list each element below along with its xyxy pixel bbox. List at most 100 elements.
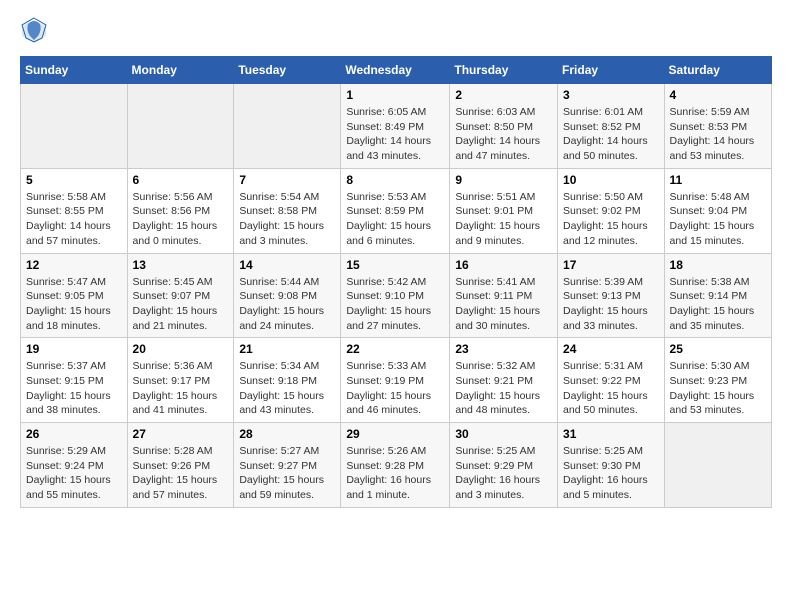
day-number: 9 (455, 173, 552, 187)
day-info: Sunrise: 5:38 AM Sunset: 9:14 PM Dayligh… (670, 275, 766, 334)
calendar-cell: 20 Sunrise: 5:36 AM Sunset: 9:17 PM Dayli… (127, 338, 234, 423)
logo (20, 16, 52, 44)
day-number: 17 (563, 258, 659, 272)
day-info: Sunrise: 5:28 AM Sunset: 9:26 PM Dayligh… (133, 444, 229, 503)
day-info: Sunrise: 5:29 AM Sunset: 9:24 PM Dayligh… (26, 444, 122, 503)
day-number: 20 (133, 342, 229, 356)
calendar-cell: 2 Sunrise: 6:03 AM Sunset: 8:50 PM Daylig… (450, 84, 558, 169)
weekday-header: Saturday (664, 57, 771, 84)
calendar-cell: 28Sunrise: 5:27 AM Sunset: 9:27 PM Dayli… (234, 423, 341, 508)
day-number: 10 (563, 173, 659, 187)
calendar-cell: 29Sunrise: 5:26 AM Sunset: 9:28 PM Dayli… (341, 423, 450, 508)
day-number: 5 (26, 173, 122, 187)
day-number: 23 (455, 342, 552, 356)
calendar-cell: 8Sunrise: 5:53 AM Sunset: 8:59 PM Daylig… (341, 168, 450, 253)
calendar-cell: 30 Sunrise: 5:25 AM Sunset: 9:29 PM Dayli… (450, 423, 558, 508)
day-info: Sunrise: 5:42 AM Sunset: 9:10 PM Dayligh… (346, 275, 444, 334)
calendar-cell: 3 Sunrise: 6:01 AM Sunset: 8:52 PM Daylig… (558, 84, 665, 169)
calendar-table: SundayMondayTuesdayWednesdayThursdayFrid… (20, 56, 772, 508)
calendar-cell: 1 Sunrise: 6:05 AM Sunset: 8:49 PM Daylig… (341, 84, 450, 169)
day-info: Sunrise: 5:58 AM Sunset: 8:55 PM Dayligh… (26, 190, 122, 249)
calendar-cell: 11Sunrise: 5:48 AM Sunset: 9:04 PM Dayli… (664, 168, 771, 253)
weekday-header: Tuesday (234, 57, 341, 84)
day-info: Sunrise: 5:45 AM Sunset: 9:07 PM Dayligh… (133, 275, 229, 334)
day-number: 2 (455, 88, 552, 102)
day-info: Sunrise: 5:56 AM Sunset: 8:56 PM Dayligh… (133, 190, 229, 249)
weekday-header: Monday (127, 57, 234, 84)
day-info: Sunrise: 5:48 AM Sunset: 9:04 PM Dayligh… (670, 190, 766, 249)
page-header (20, 16, 772, 44)
day-number: 8 (346, 173, 444, 187)
day-info: Sunrise: 5:37 AM Sunset: 9:15 PM Dayligh… (26, 359, 122, 418)
day-info: Sunrise: 5:41 AM Sunset: 9:11 PM Dayligh… (455, 275, 552, 334)
day-number: 6 (133, 173, 229, 187)
day-info: Sunrise: 5:25 AM Sunset: 9:30 PM Dayligh… (563, 444, 659, 503)
day-info: Sunrise: 5:44 AM Sunset: 9:08 PM Dayligh… (239, 275, 335, 334)
calendar-cell: 17Sunrise: 5:39 AM Sunset: 9:13 PM Dayli… (558, 253, 665, 338)
calendar-cell (234, 84, 341, 169)
day-number: 27 (133, 427, 229, 441)
calendar-cell: 31 Sunrise: 5:25 AM Sunset: 9:30 PM Dayli… (558, 423, 665, 508)
day-number: 21 (239, 342, 335, 356)
day-info: Sunrise: 5:59 AM Sunset: 8:53 PM Dayligh… (670, 105, 766, 164)
day-number: 30 (455, 427, 552, 441)
calendar-week-row: 1 Sunrise: 6:05 AM Sunset: 8:49 PM Daylig… (21, 84, 772, 169)
day-info: Sunrise: 5:36 AM Sunset: 9:17 PM Dayligh… (133, 359, 229, 418)
calendar-cell: 15 Sunrise: 5:42 AM Sunset: 9:10 PM Dayli… (341, 253, 450, 338)
day-number: 13 (133, 258, 229, 272)
day-number: 12 (26, 258, 122, 272)
day-info: Sunrise: 5:47 AM Sunset: 9:05 PM Dayligh… (26, 275, 122, 334)
day-number: 15 (346, 258, 444, 272)
calendar-cell: 9 Sunrise: 5:51 AM Sunset: 9:01 PM Daylig… (450, 168, 558, 253)
day-info: Sunrise: 6:01 AM Sunset: 8:52 PM Dayligh… (563, 105, 659, 164)
calendar-cell: 5 Sunrise: 5:58 AM Sunset: 8:55 PM Daylig… (21, 168, 128, 253)
calendar-cell (664, 423, 771, 508)
day-number: 3 (563, 88, 659, 102)
weekday-header: Thursday (450, 57, 558, 84)
day-info: Sunrise: 5:27 AM Sunset: 9:27 PM Dayligh… (239, 444, 335, 503)
calendar-cell: 7Sunrise: 5:54 AM Sunset: 8:58 PM Daylig… (234, 168, 341, 253)
calendar-header: SundayMondayTuesdayWednesdayThursdayFrid… (21, 57, 772, 84)
day-info: Sunrise: 5:33 AM Sunset: 9:19 PM Dayligh… (346, 359, 444, 418)
calendar-week-row: 5 Sunrise: 5:58 AM Sunset: 8:55 PM Daylig… (21, 168, 772, 253)
day-info: Sunrise: 5:26 AM Sunset: 9:28 PM Dayligh… (346, 444, 444, 503)
day-info: Sunrise: 5:50 AM Sunset: 9:02 PM Dayligh… (563, 190, 659, 249)
day-info: Sunrise: 5:31 AM Sunset: 9:22 PM Dayligh… (563, 359, 659, 418)
weekday-header: Wednesday (341, 57, 450, 84)
calendar-week-row: 26 Sunrise: 5:29 AM Sunset: 9:24 PM Dayli… (21, 423, 772, 508)
day-info: Sunrise: 5:51 AM Sunset: 9:01 PM Dayligh… (455, 190, 552, 249)
day-info: Sunrise: 5:30 AM Sunset: 9:23 PM Dayligh… (670, 359, 766, 418)
weekday-header: Friday (558, 57, 665, 84)
calendar-cell: 13 Sunrise: 5:45 AM Sunset: 9:07 PM Dayli… (127, 253, 234, 338)
calendar-cell: 16Sunrise: 5:41 AM Sunset: 9:11 PM Dayli… (450, 253, 558, 338)
calendar-week-row: 12 Sunrise: 5:47 AM Sunset: 9:05 PM Dayli… (21, 253, 772, 338)
day-number: 25 (670, 342, 766, 356)
calendar-cell: 22Sunrise: 5:33 AM Sunset: 9:19 PM Dayli… (341, 338, 450, 423)
calendar-cell: 4Sunrise: 5:59 AM Sunset: 8:53 PM Daylig… (664, 84, 771, 169)
calendar-cell: 18 Sunrise: 5:38 AM Sunset: 9:14 PM Dayli… (664, 253, 771, 338)
day-number: 18 (670, 258, 766, 272)
day-info: Sunrise: 5:32 AM Sunset: 9:21 PM Dayligh… (455, 359, 552, 418)
weekday-header: Sunday (21, 57, 128, 84)
day-info: Sunrise: 5:54 AM Sunset: 8:58 PM Dayligh… (239, 190, 335, 249)
calendar-cell: 6 Sunrise: 5:56 AM Sunset: 8:56 PM Daylig… (127, 168, 234, 253)
calendar-cell: 21 Sunrise: 5:34 AM Sunset: 9:18 PM Dayli… (234, 338, 341, 423)
calendar-cell (127, 84, 234, 169)
calendar-cell: 26 Sunrise: 5:29 AM Sunset: 9:24 PM Dayli… (21, 423, 128, 508)
day-info: Sunrise: 5:34 AM Sunset: 9:18 PM Dayligh… (239, 359, 335, 418)
day-number: 1 (346, 88, 444, 102)
calendar-cell: 12 Sunrise: 5:47 AM Sunset: 9:05 PM Dayli… (21, 253, 128, 338)
day-number: 31 (563, 427, 659, 441)
day-info: Sunrise: 6:05 AM Sunset: 8:49 PM Dayligh… (346, 105, 444, 164)
day-number: 14 (239, 258, 335, 272)
calendar-cell: 27 Sunrise: 5:28 AM Sunset: 9:26 PM Dayli… (127, 423, 234, 508)
day-number: 24 (563, 342, 659, 356)
logo-icon (20, 16, 48, 44)
calendar-cell (21, 84, 128, 169)
calendar-cell: 14 Sunrise: 5:44 AM Sunset: 9:08 PM Dayli… (234, 253, 341, 338)
day-number: 19 (26, 342, 122, 356)
day-info: Sunrise: 6:03 AM Sunset: 8:50 PM Dayligh… (455, 105, 552, 164)
day-number: 26 (26, 427, 122, 441)
day-info: Sunrise: 5:25 AM Sunset: 9:29 PM Dayligh… (455, 444, 552, 503)
calendar-cell: 25 Sunrise: 5:30 AM Sunset: 9:23 PM Dayli… (664, 338, 771, 423)
